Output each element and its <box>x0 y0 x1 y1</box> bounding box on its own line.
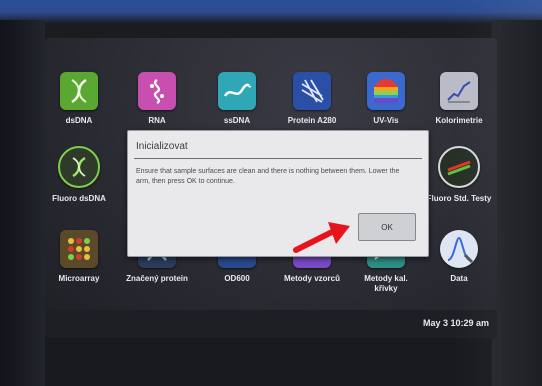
status-bar: May 3 10:29 am <box>45 310 497 338</box>
tile-fluoro-std-testy[interactable]: Fluoro Std. Testy <box>425 146 493 204</box>
device-screen: dsDNA RNA ssDNA Protein A280 UV-Vis Kolo… <box>45 38 497 338</box>
dialog-message: Ensure that sample surfaces are clean an… <box>136 168 400 185</box>
clock-readout: May 3 10:29 am <box>422 318 489 328</box>
tile-data[interactable]: Data <box>425 230 493 284</box>
tile-label: Microarray <box>58 274 100 283</box>
initialize-dialog: Inicializovat Ensure that sample surface… <box>127 130 429 257</box>
tile-label: dsDNA <box>65 116 93 125</box>
ok-button[interactable]: OK <box>358 213 416 241</box>
rna-strand-icon <box>138 72 176 110</box>
tile-label: Fluoro dsDNA <box>52 194 106 203</box>
tile-label: Kolorimetrie <box>435 116 483 125</box>
tile-fluoro-dsdna[interactable]: Fluoro dsDNA <box>45 146 113 204</box>
spectrum-icon <box>367 72 405 110</box>
ssdna-icon <box>218 72 256 110</box>
tile-label: Fluoro Std. Testy <box>426 194 492 203</box>
tile-kolorimetrie[interactable]: Kolorimetrie <box>425 72 493 126</box>
tile-rna[interactable]: RNA <box>123 72 191 126</box>
device-bezel-left <box>0 20 45 386</box>
tile-uv-vis[interactable]: UV-Vis <box>352 72 420 126</box>
tile-label: OD600 <box>224 274 250 283</box>
tile-label: Metody kal. křivky <box>364 274 408 293</box>
tile-dsdna[interactable]: dsDNA <box>45 72 113 126</box>
tile-label: Značený protein <box>126 274 188 283</box>
tile-ssdna[interactable]: ssDNA <box>203 72 271 126</box>
tile-label: Data <box>450 274 468 283</box>
dna-helix-icon <box>60 72 98 110</box>
colorimetry-icon <box>440 72 478 110</box>
dialog-divider <box>134 158 422 159</box>
tile-label: UV-Vis <box>373 116 399 125</box>
tile-microarray[interactable]: Microarray <box>45 230 113 284</box>
protein-icon <box>293 72 331 110</box>
device-bezel-right <box>492 20 542 386</box>
tile-label: Metody vzorců <box>283 274 340 283</box>
fluoro-dna-icon <box>58 146 100 188</box>
tile-label: Protein A280 <box>287 116 337 125</box>
red-arrow-icon <box>293 222 350 253</box>
data-icon <box>440 230 478 268</box>
dialog-title: Inicializovat <box>136 141 188 152</box>
tile-protein-a280[interactable]: Protein A280 <box>278 72 346 126</box>
microarray-icon <box>60 230 98 268</box>
tile-label: RNA <box>148 116 166 125</box>
tile-label: ssDNA <box>223 116 251 125</box>
fluoro-test-icon <box>438 146 480 188</box>
